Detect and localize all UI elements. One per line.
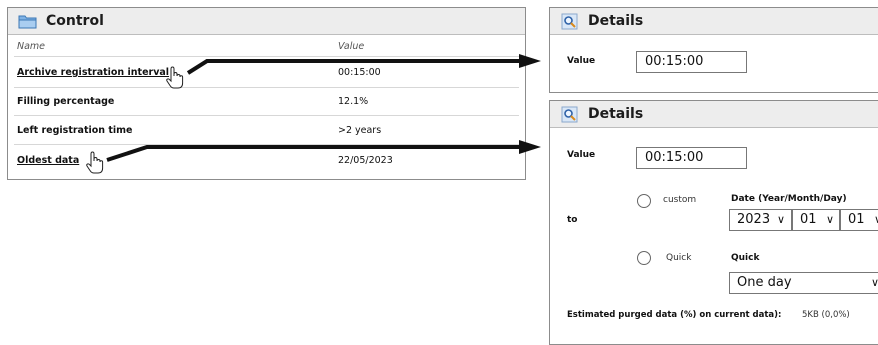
column-header-name: Name bbox=[17, 41, 46, 52]
quick-value: One day bbox=[737, 275, 792, 290]
details-panel-header: Details bbox=[550, 101, 878, 128]
year-select[interactable]: 2023 ∨ bbox=[729, 209, 792, 231]
row-label-left-registration-time: Left registration time bbox=[17, 125, 133, 136]
divider bbox=[14, 144, 519, 145]
row-label-archive-interval[interactable]: Archive registration interval bbox=[17, 67, 169, 78]
month-value: 01 bbox=[800, 212, 817, 227]
value-label: Value bbox=[567, 56, 596, 66]
row-value-filling-percentage: 12.1% bbox=[338, 96, 369, 107]
panel-title: Details bbox=[588, 13, 644, 29]
column-header-value: Value bbox=[338, 41, 365, 52]
details-panel-top: Details Value 00:15:00 bbox=[549, 7, 878, 93]
to-label: to bbox=[567, 215, 578, 225]
row-label-oldest-data[interactable]: Oldest data bbox=[17, 155, 79, 166]
row-value-archive-interval: 00:15:00 bbox=[338, 67, 381, 78]
hand-pointer-icon bbox=[86, 151, 104, 174]
row-value-left-registration-time: >2 years bbox=[338, 125, 382, 136]
quick-radio[interactable] bbox=[637, 251, 651, 265]
chevron-down-icon: ∨ bbox=[873, 213, 878, 226]
magnifier-icon bbox=[561, 13, 578, 30]
custom-radio-label: custom bbox=[663, 195, 697, 205]
details-panel-bottom: Details Value 00:15:00 custom Date (Year… bbox=[549, 100, 878, 345]
quick-radio-label: Quick bbox=[666, 253, 692, 263]
month-select[interactable]: 01 ∨ bbox=[792, 209, 840, 231]
hand-pointer-icon bbox=[166, 66, 184, 89]
estimate-value: 5KB (0,0%) bbox=[802, 310, 850, 320]
details-panel-header: Details bbox=[550, 8, 878, 35]
estimate-label: Estimated purged data (%) on current dat… bbox=[567, 310, 782, 320]
day-value: 01 bbox=[848, 212, 865, 227]
divider bbox=[14, 115, 519, 116]
value-field[interactable]: 00:15:00 bbox=[636, 147, 747, 169]
custom-radio[interactable] bbox=[637, 194, 651, 208]
divider bbox=[14, 56, 519, 57]
chevron-down-icon: ∨ bbox=[870, 276, 878, 289]
magnifier-icon bbox=[561, 106, 578, 123]
folder-icon bbox=[18, 15, 37, 29]
chevron-down-icon: ∨ bbox=[776, 213, 785, 226]
panel-title: Details bbox=[588, 106, 644, 122]
value-label: Value bbox=[567, 150, 596, 160]
quick-select[interactable]: One day ∨ bbox=[729, 272, 878, 294]
value-field[interactable]: 00:15:00 bbox=[636, 51, 747, 73]
day-select[interactable]: 01 ∨ bbox=[840, 209, 878, 231]
chevron-down-icon: ∨ bbox=[825, 213, 834, 226]
divider bbox=[14, 87, 519, 88]
quick-label: Quick bbox=[731, 253, 760, 263]
panel-title: Control bbox=[46, 13, 104, 29]
row-value-oldest-data: 22/05/2023 bbox=[338, 155, 393, 166]
row-label-filling-percentage: Filling percentage bbox=[17, 96, 115, 107]
date-label: Date (Year/Month/Day) bbox=[731, 194, 847, 204]
control-panel-header: Control bbox=[8, 8, 525, 35]
year-value: 2023 bbox=[737, 212, 771, 227]
